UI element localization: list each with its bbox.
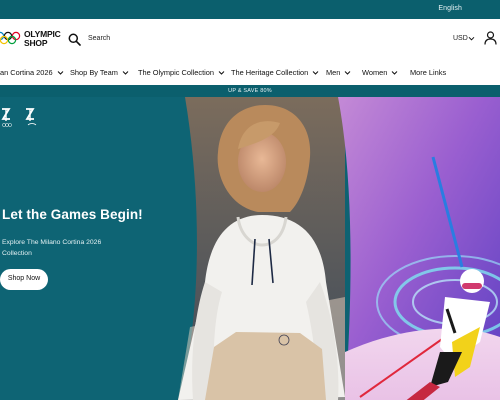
currency-selector[interactable]: USD <box>453 35 468 42</box>
nav-item-label: The Heritage Collection <box>231 68 309 77</box>
top-utility-bar: English <box>0 0 500 19</box>
site-header: OLYMPIC SHOP Search USD <box>0 19 500 61</box>
hero-subtitle: Explore The Milano Cortina 2026 Collecti… <box>2 239 102 257</box>
hero-title: Let the Games Begin! <box>2 207 143 222</box>
site-logo[interactable]: OLYMPIC SHOP <box>24 30 61 48</box>
language-selector[interactable]: English <box>438 5 462 12</box>
search-input[interactable]: Search <box>88 35 110 42</box>
nav-item-label: an Cortina 2026 <box>0 68 53 77</box>
chevron-down-icon <box>312 71 319 75</box>
shop-now-button[interactable]: Shop Now <box>0 269 48 290</box>
nav-item-label: Shop By Team <box>70 68 118 77</box>
hero-banner: Let the Games Begin! Explore The Milano … <box>0 97 500 400</box>
nav-item-label: Women <box>362 68 388 77</box>
chevron-down-icon <box>391 71 398 75</box>
chevron-down-icon <box>122 71 129 75</box>
milano-cortina-logo-icon <box>1 108 37 127</box>
chevron-down-icon <box>345 71 351 75</box>
nav-item-olympic-collection[interactable]: The Olympic Collection <box>138 68 225 77</box>
chevron-down-icon <box>218 71 225 75</box>
nav-item-women[interactable]: Women <box>362 68 398 77</box>
main-navigation: an Cortina 2026 Shop By Team The Olympic… <box>0 61 500 84</box>
promo-text: UP & SAVE 80% <box>228 88 272 94</box>
account-icon[interactable] <box>484 31 497 45</box>
chevron-down-icon <box>57 71 63 75</box>
nav-item-more-links[interactable]: More Links <box>410 68 446 77</box>
chevron-down-icon[interactable] <box>468 35 475 42</box>
nav-item-label: The Olympic Collection <box>138 68 214 77</box>
shop-now-label: Shop Now <box>7 275 41 282</box>
nav-item-shop-by-team[interactable]: Shop By Team <box>70 68 129 77</box>
logo-line-2: SHOP <box>24 38 48 48</box>
nav-item-men[interactable]: Men <box>326 68 351 77</box>
nav-item-heritage-collection[interactable]: The Heritage Collection <box>231 68 319 77</box>
promo-banner[interactable]: UP & SAVE 80% <box>0 85 500 97</box>
nav-item-milano-cortina[interactable]: an Cortina 2026 <box>0 68 64 77</box>
nav-item-label: More Links <box>410 68 447 77</box>
search-icon[interactable] <box>68 33 81 46</box>
nav-item-label: Men <box>326 68 341 77</box>
olympic-rings-icon[interactable] <box>0 31 22 47</box>
